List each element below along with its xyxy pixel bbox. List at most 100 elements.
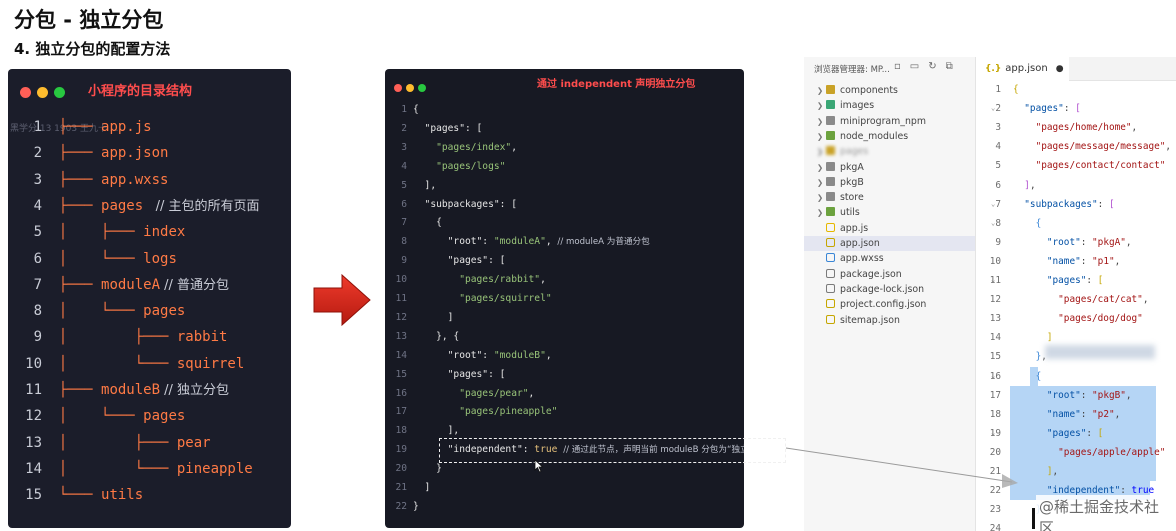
chevron-right-icon[interactable]: ❯ — [814, 83, 826, 98]
explorer-item-label[interactable]: components — [840, 85, 898, 96]
line-number: 13 — [395, 330, 407, 342]
explorer-item[interactable]: app.wxss — [804, 251, 975, 266]
code-token: , — [1052, 466, 1059, 477]
chevron-right-icon[interactable]: ❯ — [814, 114, 826, 129]
fold-chevron-icon[interactable]: ⌄ — [991, 367, 995, 386]
code-token: , — [511, 141, 517, 153]
explorer-item-label[interactable]: miniprogram_npm — [840, 116, 926, 127]
explorer-item[interactable]: ❯ components — [804, 83, 975, 98]
explorer-item-label[interactable]: app.json — [840, 238, 880, 249]
explorer-item-label[interactable]: utils — [840, 207, 860, 218]
code-token: , — [1029, 179, 1036, 191]
editor-line[interactable]: 11 ⌄ "pages": [ — [977, 271, 1176, 290]
code-token: "root" — [1013, 236, 1081, 248]
editor-line[interactable]: 5 "pages/contact/contact" — [977, 156, 1176, 175]
explorer-item-label[interactable]: package-lock.json — [840, 284, 924, 295]
explorer-item[interactable]: ❯ images — [804, 98, 975, 113]
editor-line[interactable]: 16 ⌄ { — [977, 367, 1176, 386]
editor-line[interactable]: 1{ — [977, 80, 1176, 99]
tree-line: 15 └─── utils — [8, 482, 143, 508]
editor-line[interactable]: 10 "name": "p1", — [977, 252, 1176, 271]
chevron-right-icon[interactable]: ❯ — [814, 205, 826, 220]
chevron-right-icon[interactable]: ❯ — [814, 190, 826, 205]
explorer-item-label[interactable]: sitemap.json — [840, 315, 900, 326]
fold-chevron-icon[interactable]: ⌄ — [991, 214, 995, 233]
explorer-item[interactable]: app.json — [804, 236, 975, 252]
explorer-item-label[interactable]: store — [840, 192, 864, 203]
code-token: : — [1080, 255, 1093, 267]
editor-line[interactable]: 7 ⌄ "subpackages": [ — [977, 195, 1176, 214]
code-token: "pages/logs" — [413, 160, 506, 172]
line-number: 19 — [395, 444, 407, 456]
chevron-right-icon[interactable]: ❯ — [814, 175, 826, 190]
editor-line[interactable]: 6 ], — [977, 176, 1176, 195]
explorer-item-label[interactable]: app.wxss — [840, 253, 884, 264]
fold-chevron-icon[interactable]: ⌄ — [991, 195, 995, 214]
line-number: 12 — [25, 408, 42, 425]
explorer-item[interactable]: package-lock.json — [804, 282, 975, 297]
explorer-item[interactable]: ❯ miniprogram_npm — [804, 114, 975, 129]
line-number: 4 — [401, 160, 407, 172]
explorer-item-label[interactable]: pages — [840, 146, 868, 157]
collapse-all-icon[interactable]: ⧉ — [946, 61, 962, 72]
code-token: "subpackages": [ — [413, 198, 517, 210]
explorer-item-label[interactable]: app.js — [840, 223, 868, 234]
line-number: 15 — [395, 368, 407, 380]
close-dot-icon — [20, 87, 31, 98]
editor-line[interactable]: 18 "name": "p2", — [977, 405, 1176, 424]
code-token: , — [1142, 294, 1149, 306]
new-file-icon[interactable]: ▫ — [894, 61, 910, 72]
editor-line[interactable]: 17 "root": "pkgB", — [977, 386, 1176, 405]
explorer-item-label[interactable]: package.json — [840, 269, 902, 280]
tree-entry-name: logs — [143, 250, 177, 267]
line-number: 10 — [25, 355, 42, 372]
fold-chevron-icon[interactable]: ⌄ — [991, 99, 995, 118]
json-file-icon — [826, 238, 835, 247]
explorer-item-label[interactable]: node_modules — [840, 131, 908, 142]
code-panel-title: 通过 independent 声明独立分包 — [537, 79, 696, 90]
tree-panel-title: 小程序的目录结构 — [88, 84, 193, 99]
chevron-right-icon[interactable]: ❯ — [814, 160, 826, 175]
editor-line[interactable]: 3 "pages/home/home", — [977, 118, 1176, 137]
explorer-item[interactable]: ❯ node_modules — [804, 129, 975, 144]
explorer-item[interactable]: ❯ pkgA — [804, 160, 975, 175]
editor-line[interactable]: 4 "pages/message/message", — [977, 137, 1176, 156]
explorer-item[interactable]: project.config.json — [804, 297, 975, 312]
explorer-item[interactable]: ❯ utils — [804, 205, 975, 220]
mouse-cursor-icon — [534, 459, 544, 473]
fold-chevron-icon[interactable]: ⌄ — [991, 271, 995, 290]
editor-line[interactable]: 9 "root": "pkgA", — [977, 233, 1176, 252]
editor-line[interactable]: 8 ⌄ { — [977, 214, 1176, 233]
explorer-item[interactable]: ❯ store — [804, 190, 975, 205]
line-number: 3 — [995, 122, 1001, 134]
chevron-right-icon[interactable]: ❯ — [814, 98, 826, 113]
editor-line[interactable]: 13 "pages/dog/dog" — [977, 309, 1176, 328]
tab-app-json[interactable]: {.} app.json ● — [977, 57, 1069, 81]
explorer-item-label[interactable]: pkgA — [840, 162, 864, 173]
window-controls — [394, 77, 430, 96]
explorer-item[interactable]: sitemap.json — [804, 313, 975, 328]
chevron-right-icon[interactable]: ❯ — [814, 129, 826, 144]
explorer-item[interactable]: ❯ pages — [804, 144, 975, 159]
code-line: 9 "pages": [ — [385, 252, 505, 270]
refresh-icon[interactable]: ↻ — [928, 61, 945, 72]
new-folder-icon[interactable]: ▭ — [910, 61, 928, 72]
tree-branch: │ └─── — [42, 303, 144, 320]
chevron-right-icon[interactable]: ❯ — [814, 144, 826, 159]
line-number: 15 — [989, 351, 1001, 363]
editor-line[interactable]: 2 ⌄ "pages": [ — [977, 99, 1176, 118]
code-token: "subpackages" — [1013, 198, 1098, 210]
line-number: 5 — [995, 160, 1001, 172]
code-token: "moduleA" — [493, 236, 546, 248]
code-token: , — [1125, 236, 1132, 248]
line-number: 13 — [989, 313, 1001, 325]
explorer-item-label[interactable]: images — [840, 100, 874, 111]
explorer-item[interactable]: ❯ pkgB — [804, 175, 975, 190]
explorer-item-label[interactable]: project.config.json — [840, 299, 926, 310]
explorer-item[interactable]: app.js — [804, 221, 975, 236]
explorer-item[interactable]: package.json — [804, 267, 975, 282]
tree-branch: ├─── — [42, 276, 102, 293]
line-number: 23 — [989, 504, 1001, 516]
explorer-item-label[interactable]: pkgB — [840, 177, 864, 188]
editor-line[interactable]: 12 "pages/cat/cat", — [977, 290, 1176, 309]
